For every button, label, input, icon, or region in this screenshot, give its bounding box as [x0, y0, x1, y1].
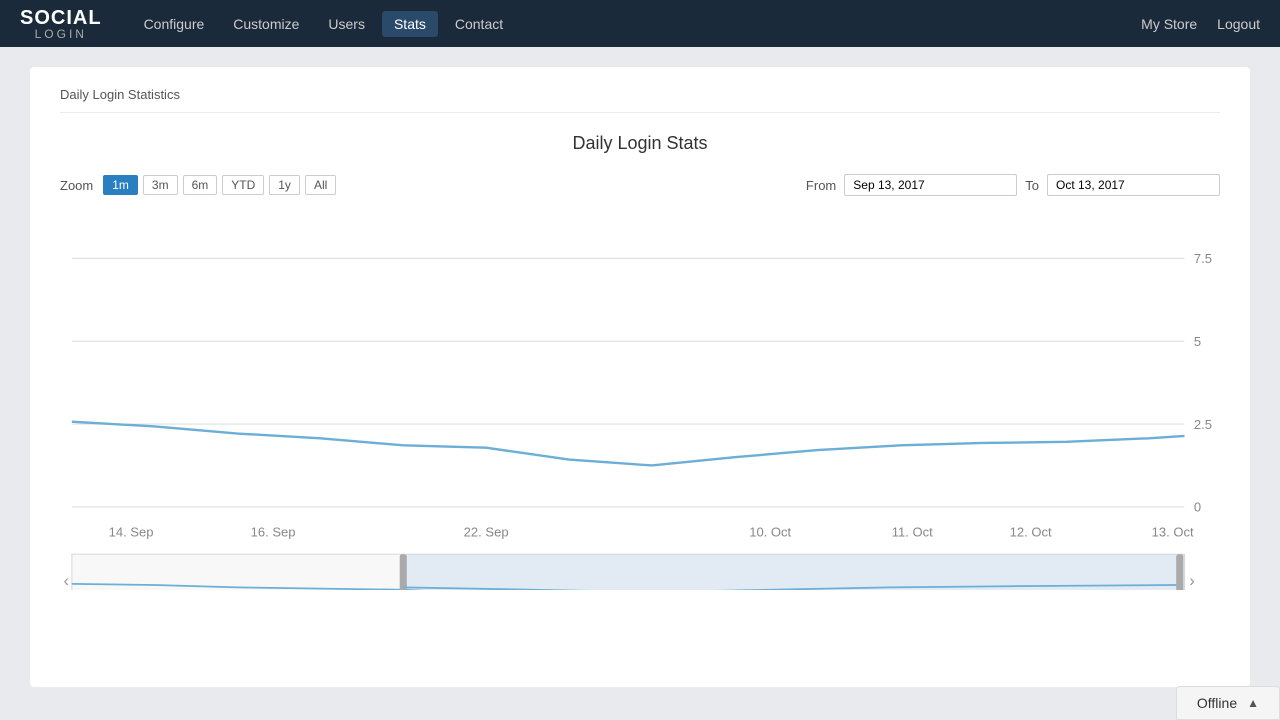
from-label: From [806, 178, 836, 193]
chart-section: Daily Login Stats Zoom 1m 3m 6m YTD 1y A… [60, 133, 1220, 595]
x-label-10oct: 10. Oct [749, 525, 791, 540]
chart-controls: Zoom 1m 3m 6m YTD 1y All From To [60, 174, 1220, 196]
logo-social: SOCIAL [20, 8, 102, 28]
zoom-3m[interactable]: 3m [143, 175, 178, 195]
to-label: To [1025, 178, 1039, 193]
my-store-link[interactable]: My Store [1141, 16, 1197, 32]
offline-chevron-icon: ▲ [1247, 696, 1259, 710]
date-range: From To [806, 174, 1220, 196]
zoom-controls: Zoom 1m 3m 6m YTD 1y All [60, 175, 336, 195]
navigator-handle-left [400, 554, 407, 590]
zoom-ytd[interactable]: YTD [222, 175, 264, 195]
from-date-input[interactable] [844, 174, 1017, 196]
x-label-12oct: 12. Oct [1010, 525, 1052, 540]
x-label-11oct: 11. Oct [892, 525, 933, 540]
navigator-selection [403, 554, 1184, 590]
x-label-16sep: 16. Sep [251, 525, 296, 540]
y-label-25: 2.5 [1194, 417, 1212, 432]
x-label-13oct: 13. Oct [1152, 525, 1194, 540]
main-nav: Configure Customize Users Stats Contact [132, 11, 516, 37]
header-left: SOCIAL LOGIN Configure Customize Users S… [20, 8, 515, 40]
nav-configure[interactable]: Configure [132, 11, 217, 37]
chart-wrapper: 7.5 5 2.5 0 14. Sep 16. Sep 22. Sep 10. … [60, 211, 1220, 595]
nav-users[interactable]: Users [316, 11, 377, 37]
x-label-14sep: 14. Sep [109, 525, 154, 540]
zoom-label: Zoom [60, 178, 93, 193]
navigator-handle-right [1176, 554, 1183, 590]
nav-contact[interactable]: Contact [443, 11, 515, 37]
chart-title: Daily Login Stats [60, 133, 1220, 154]
zoom-1y[interactable]: 1y [269, 175, 300, 195]
to-date-input[interactable] [1047, 174, 1220, 196]
y-label-0: 0 [1194, 500, 1201, 515]
scroll-left-icon: ‹ [64, 571, 70, 590]
header-right: My Store Logout [1141, 16, 1260, 32]
breadcrumb: Daily Login Statistics [60, 87, 1220, 113]
offline-badge[interactable]: Offline ▲ [1176, 686, 1280, 720]
header: SOCIAL LOGIN Configure Customize Users S… [0, 0, 1280, 47]
main-content: Daily Login Statistics Daily Login Stats… [0, 47, 1280, 707]
nav-customize[interactable]: Customize [221, 11, 311, 37]
zoom-1m[interactable]: 1m [103, 175, 138, 195]
logo: SOCIAL LOGIN [20, 8, 102, 40]
zoom-6m[interactable]: 6m [183, 175, 218, 195]
x-label-22sep: 22. Sep [464, 525, 509, 540]
logo-login: LOGIN [20, 28, 102, 40]
page-container: Daily Login Statistics Daily Login Stats… [30, 67, 1250, 687]
nav-stats[interactable]: Stats [382, 11, 438, 37]
chart-svg: 7.5 5 2.5 0 14. Sep 16. Sep 22. Sep 10. … [60, 211, 1220, 590]
y-label-5: 5 [1194, 334, 1201, 349]
chart-line [72, 422, 1185, 466]
logout-link[interactable]: Logout [1217, 16, 1260, 32]
offline-label: Offline [1197, 695, 1237, 711]
zoom-all[interactable]: All [305, 175, 336, 195]
y-label-75: 7.5 [1194, 251, 1212, 266]
scroll-right-icon: › [1189, 571, 1195, 590]
